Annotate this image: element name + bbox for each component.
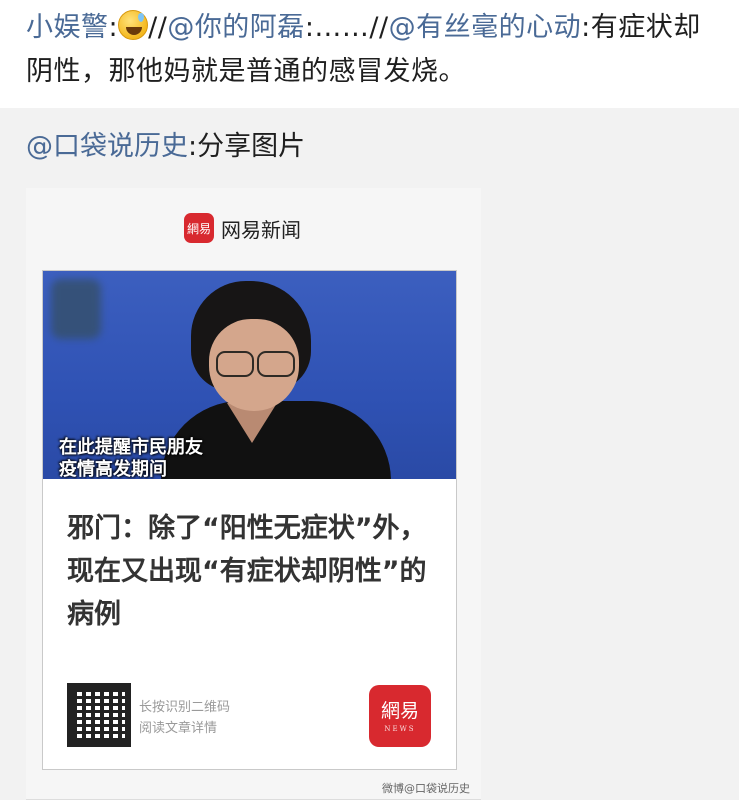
qr-hint-line: 长按识别二维码: [139, 700, 231, 715]
repost-container[interactable]: @口袋说历史:分享图片 網易 网易新闻 在此提醒市民朋友 疫情高发期间 邪门：除…: [0, 108, 739, 800]
brand-header: 網易 网易新闻: [184, 212, 301, 244]
username-link[interactable]: 小娱警: [26, 12, 109, 43]
comment-text: 小娱警://@你的阿磊:……//@有丝毫的心动:有症状却阴性，那他妈就是普通的感…: [26, 6, 726, 94]
brand-name: 网易新闻: [221, 217, 301, 242]
grinning-sweat-emoji-icon: [118, 10, 149, 40]
glasses-icon: [257, 351, 295, 377]
netease-news-logo-icon: 網易 NEWS: [369, 685, 431, 747]
caption-line: 疫情高发期间: [59, 459, 167, 479]
mention-link[interactable]: @你的阿磊: [167, 12, 305, 43]
qr-hint: 长按识别二维码 阅读文章详情: [139, 697, 230, 739]
separator: :: [108, 12, 119, 43]
video-frame: 在此提醒市民朋友 疫情高发期间: [43, 271, 456, 479]
weibo-watermark: 微博@口袋说历史: [382, 782, 470, 795]
netease-logo-icon: 網易: [184, 213, 214, 243]
blurred-region: [51, 279, 101, 339]
mention-link[interactable]: @有丝毫的心动: [389, 12, 582, 43]
caption-line: 在此提醒市民朋友: [59, 437, 203, 458]
separator: :: [581, 12, 591, 43]
logo-text: 網易: [380, 699, 419, 722]
shared-image[interactable]: 網易 网易新闻 在此提醒市民朋友 疫情高发期间 邪门：除了“阳性无症状”外，现在…: [26, 188, 481, 800]
glasses-icon: [216, 351, 254, 377]
qr-code-icon: [67, 683, 131, 747]
video-caption: 在此提醒市民朋友 疫情高发期间: [59, 437, 203, 479]
news-card: 在此提醒市民朋友 疫情高发期间 邪门：除了“阳性无症状”外，现在又出现“有症状却…: [42, 270, 457, 770]
separator: :……: [304, 12, 370, 43]
repost-suffix: :分享图片: [188, 131, 306, 162]
repost-source: @口袋说历史:分享图片: [26, 127, 305, 167]
separator: //: [369, 12, 389, 43]
separator: //: [148, 12, 168, 43]
source-mention-link[interactable]: @口袋说历史: [26, 131, 188, 162]
qr-hint-line: 阅读文章详情: [139, 721, 218, 736]
news-headline: 邪门：除了“阳性无症状”外，现在又出现“有症状却阴性”的病例: [67, 513, 427, 630]
logo-subtext: NEWS: [384, 724, 416, 733]
